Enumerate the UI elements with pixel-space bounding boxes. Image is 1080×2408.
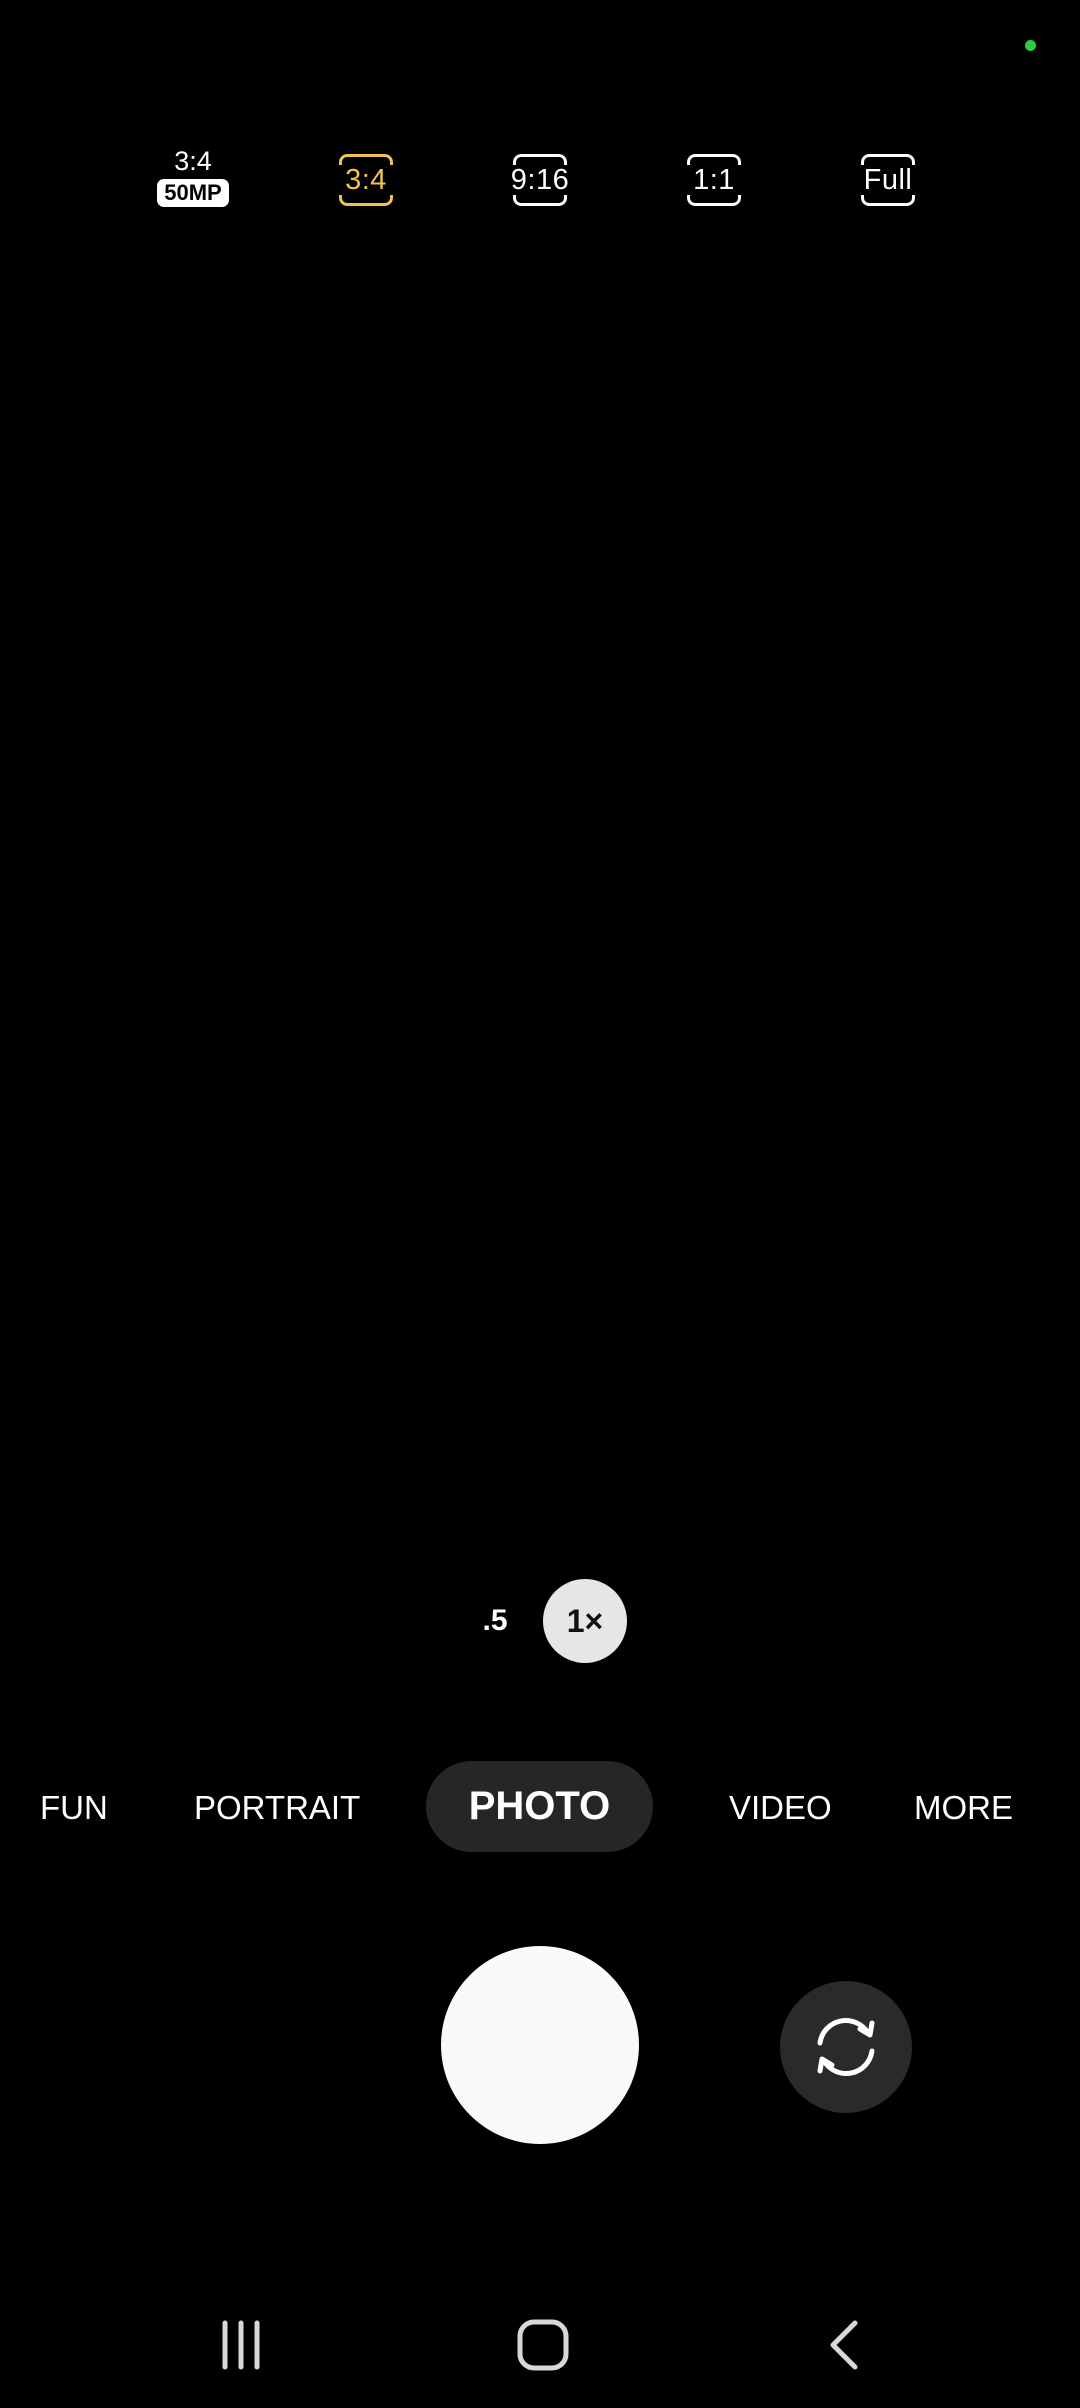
ratio-50mp-label: 3:4 bbox=[174, 146, 212, 176]
ratio-3-4-button[interactable]: 3:4 bbox=[311, 150, 421, 210]
ratio-1-1-button[interactable]: 1:1 bbox=[659, 150, 769, 210]
ratio-full-button[interactable]: Full bbox=[833, 150, 943, 210]
camera-in-use-indicator bbox=[1025, 40, 1036, 51]
mode-portrait[interactable]: PORTRAIT bbox=[194, 1783, 360, 1833]
ratio-3-4-50mp-button[interactable]: 3:4 50MP bbox=[138, 145, 248, 215]
viewfinder[interactable] bbox=[0, 230, 1080, 1550]
shutter-button[interactable] bbox=[441, 1946, 639, 2144]
zoom-0-5-button[interactable]: .5 bbox=[470, 1600, 520, 1642]
mode-photo[interactable]: PHOTO bbox=[426, 1761, 653, 1852]
50mp-badge: 50MP bbox=[157, 179, 229, 207]
recent-apps-icon bbox=[222, 2320, 260, 2370]
mode-fun[interactable]: FUN bbox=[40, 1783, 108, 1833]
mode-more[interactable]: MORE bbox=[914, 1783, 1013, 1833]
zoom-1x-button[interactable]: 1× bbox=[543, 1579, 627, 1663]
back-button[interactable] bbox=[800, 2310, 890, 2380]
mode-video[interactable]: VIDEO bbox=[729, 1783, 832, 1833]
ratio-9-16-button[interactable]: 9:16 bbox=[485, 150, 595, 210]
ratio-label: 9:16 bbox=[510, 163, 570, 196]
ratio-label: 3:4 bbox=[345, 163, 387, 196]
home-icon bbox=[517, 2319, 569, 2371]
ratio-label: Full bbox=[863, 163, 913, 196]
home-button[interactable] bbox=[498, 2310, 588, 2380]
recent-apps-button[interactable] bbox=[196, 2310, 286, 2380]
ratio-label: 1:1 bbox=[693, 163, 735, 196]
back-icon bbox=[830, 2320, 858, 2370]
flip-camera-button[interactable] bbox=[780, 1981, 912, 2113]
flip-camera-icon bbox=[817, 2018, 875, 2076]
